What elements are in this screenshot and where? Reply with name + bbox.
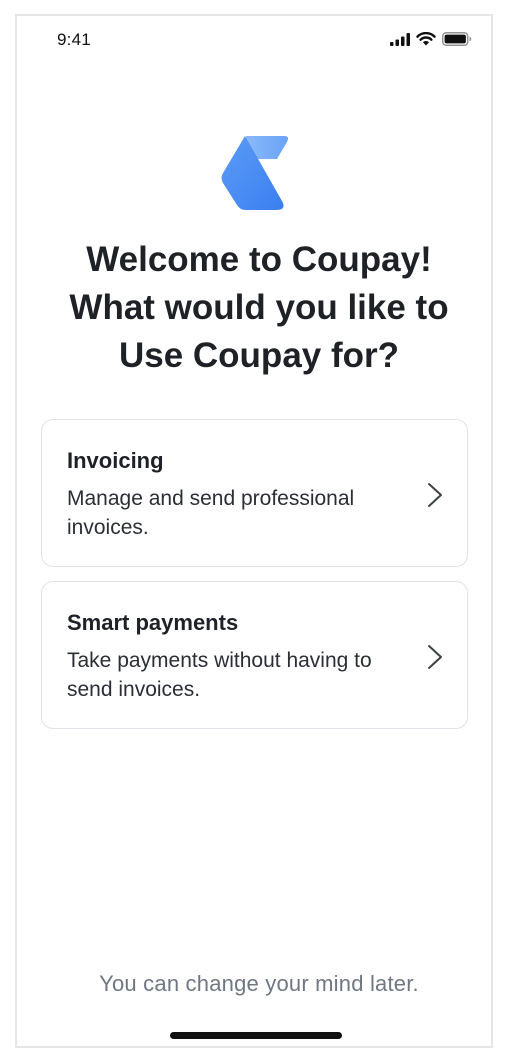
coupay-logo: [221, 136, 288, 210]
title-line-3: Use Coupay for?: [118, 336, 400, 375]
cellular-signal-icon: [390, 32, 410, 46]
home-indicator[interactable]: [170, 1032, 342, 1039]
change-mind-note: You can change your mind later.: [99, 971, 419, 996]
chevron-right-icon: [428, 645, 442, 669]
title-line-2: What would you like to: [69, 288, 449, 327]
option-description: Manage and send professional invoices.: [67, 487, 355, 539]
option-title: Invoicing: [67, 448, 164, 473]
title-line-1: Welcome to Coupay!: [86, 240, 432, 279]
chevron-right-icon: [428, 483, 442, 507]
status-icons: [390, 32, 472, 46]
wifi-icon: [416, 32, 436, 46]
option-card-invoicing[interactable]: Invoicing Manage and send professional i…: [41, 419, 468, 567]
option-title: Smart payments: [67, 610, 239, 635]
option-card-smart-payments[interactable]: Smart payments Take payments without hav…: [41, 581, 468, 729]
option-description: Take payments without having to send inv…: [67, 649, 372, 701]
battery-icon: [442, 32, 472, 46]
page-title: Welcome to Coupay! What would you like t…: [30, 236, 488, 380]
status-bar: 9:41: [16, 18, 492, 62]
status-time: 9:41: [57, 30, 91, 49]
